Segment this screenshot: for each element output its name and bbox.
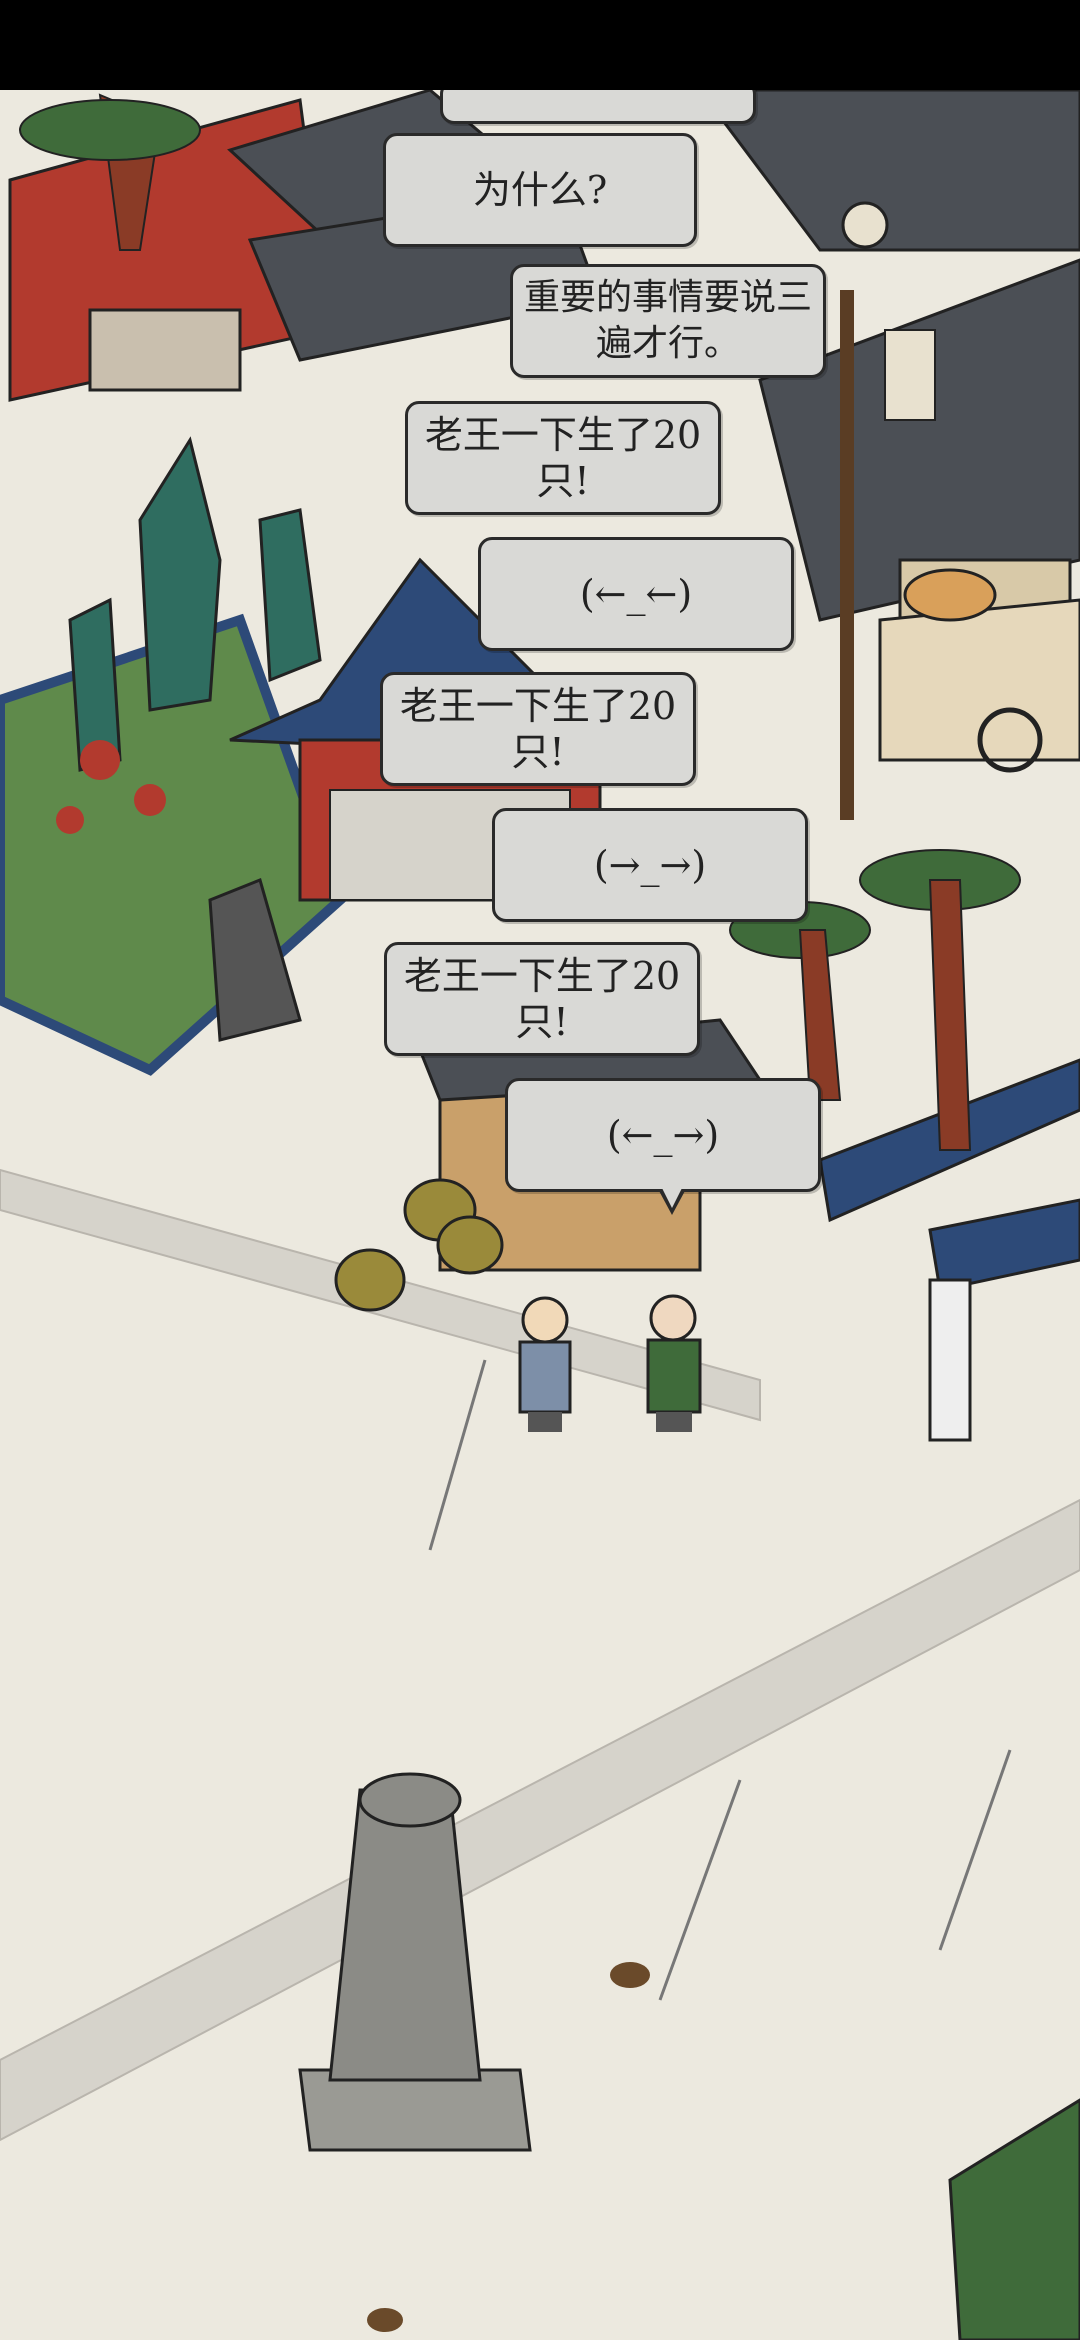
dialogue-text: 老王一下生了20只! <box>399 684 677 774</box>
dialogue-bubble: 老王一下生了20只! <box>405 401 721 515</box>
dialogue-bubble: 为什么? <box>383 133 697 247</box>
dialogue-bubble: (←_←) <box>478 537 794 651</box>
dialogue-text: 为什么? <box>472 168 608 212</box>
dialogue-bubble: 老王一下生了20只! <box>380 672 696 786</box>
game-scene[interactable]: 为什么? 重要的事情要说三遍才行。 老王一下生了20只! (←_←) 老王一下生… <box>0 90 1080 2340</box>
npc-old-woman[interactable] <box>646 1294 702 1432</box>
dialogue-text: (←_→) <box>606 1113 720 1157</box>
dialogue-text: 老王一下生了20只! <box>403 954 681 1044</box>
dialogue-text: 老王一下生了20只! <box>424 413 702 503</box>
dialogue-text: (→_→) <box>593 843 707 887</box>
dialogue-bubble: 重要的事情要说三遍才行。 <box>510 264 826 378</box>
dialogue-bubble: (→_→) <box>492 808 808 922</box>
dialogue-bubble: 老王一下生了20只! <box>384 942 700 1056</box>
dialogue-bubble-1 <box>440 90 756 124</box>
status-bar <box>0 0 1080 90</box>
dialogue-text: 重要的事情要说三遍才行。 <box>523 277 812 364</box>
dialogue-text: (←_←) <box>579 572 693 616</box>
dialogue-bubble: (←_→) <box>505 1078 821 1215</box>
npc-villager[interactable] <box>518 1296 572 1432</box>
